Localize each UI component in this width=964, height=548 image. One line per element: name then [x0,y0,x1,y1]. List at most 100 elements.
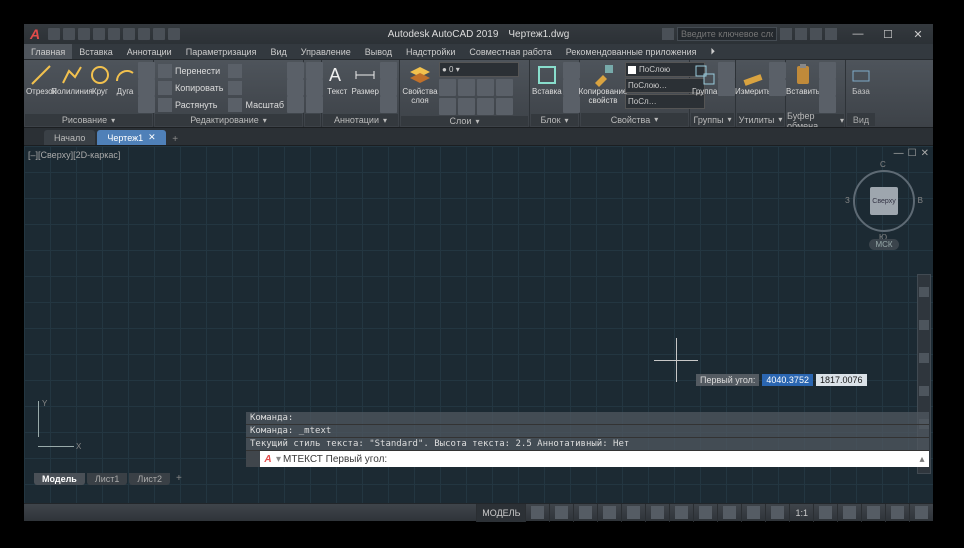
group-button[interactable]: Группа [692,62,717,97]
close-button[interactable]: ✕ [903,24,933,44]
viewcube[interactable]: С Ю З В Сверху МСК [853,170,915,232]
signin-icon[interactable] [780,28,792,40]
tab-collab[interactable]: Совместная работа [462,44,558,59]
status-snap-icon[interactable] [549,504,573,522]
status-osnap-icon[interactable] [645,504,669,522]
hist-icon[interactable] [306,96,323,113]
scale-button[interactable]: Масштаб [226,96,286,113]
leader-icon[interactable] [380,62,397,79]
layout-tab-add[interactable]: + [172,473,186,485]
tab-manage[interactable]: Управление [294,44,358,59]
layer-tool-icon[interactable] [496,79,513,96]
nav-pan-icon[interactable] [919,320,929,330]
cloud-icon[interactable] [810,28,822,40]
nav-zoom-icon[interactable] [919,353,929,363]
edit-block-icon[interactable] [563,79,580,96]
mirror-button[interactable] [226,79,286,96]
status-polar-icon[interactable] [597,504,621,522]
status-trans-icon[interactable] [717,504,741,522]
tab-insert[interactable]: Вставка [72,44,119,59]
nav-orbit-icon[interactable] [919,386,929,396]
qat-icon[interactable] [48,28,60,40]
status-grid-icon[interactable] [525,504,549,522]
insert-button[interactable]: Вставка [532,62,562,97]
drawing-area[interactable]: [–][Сверху][2D-каркас] — ☐ ✕ С Ю З В Све… [24,146,933,503]
drawing-tab-active[interactable]: Чертеж1 ✕ [97,130,165,145]
draw-more-icon[interactable] [138,96,155,113]
fillet-icon[interactable] [287,79,304,96]
layout-tab-model[interactable]: Модель [34,473,85,485]
layerprops-button[interactable]: Свойства слоя [402,62,438,106]
panel-title-block[interactable]: Блок [531,114,578,126]
layer-tool-icon[interactable] [477,98,494,115]
qat-icon[interactable] [78,28,90,40]
status-cycl-icon[interactable] [741,504,765,522]
move-button[interactable]: Перенести [156,62,225,79]
trim-icon[interactable] [287,62,304,79]
tab-addins[interactable]: Надстройки [399,44,462,59]
dimension-button[interactable]: Размер [352,62,380,97]
array-icon[interactable] [287,96,304,113]
tab-annot[interactable]: Аннотации [120,44,179,59]
measure-button[interactable]: Измерить [738,62,768,97]
calc-icon[interactable] [769,62,786,79]
hist-icon[interactable] [306,79,323,96]
layer-tool-icon[interactable] [477,79,494,96]
maximize-button[interactable]: ☐ [873,24,903,44]
qat-icon[interactable] [93,28,105,40]
cursor-x-value[interactable]: 4040.3752 [762,374,813,386]
status-lw-icon[interactable] [693,504,717,522]
attr-icon[interactable] [563,96,580,113]
panel-title-layers[interactable]: Слои [401,116,528,126]
panel-title-modify[interactable]: Редактирование [155,114,302,126]
status-3dosnap-icon[interactable] [669,504,693,522]
command-line[interactable]: A ▾ МТЕКСТ Первый угол: ▴ [246,451,929,467]
table-icon[interactable] [380,79,397,96]
layout-tab-sheet2[interactable]: Лист2 [129,473,170,485]
viewport-min-icon[interactable]: — [894,148,904,159]
qat-icon[interactable] [153,28,165,40]
command-recent-icon[interactable]: ▴ [915,454,929,465]
viewport-close-icon[interactable]: ✕ [921,148,929,159]
text-button[interactable]: A Текст [324,62,351,97]
qat-icon[interactable] [138,28,150,40]
cut-icon[interactable] [819,62,836,79]
layer-tool-icon[interactable] [458,79,475,96]
rotate-button[interactable] [226,62,286,79]
search-input[interactable] [677,27,777,41]
polyline-button[interactable]: Полилиния [57,62,87,97]
tab-output[interactable]: Вывод [358,44,399,59]
base-button[interactable]: База [848,62,874,97]
create-block-icon[interactable] [563,62,580,79]
layout-tab-sheet1[interactable]: Лист1 [87,473,128,485]
exchange-icon[interactable] [795,28,807,40]
revcloud-icon[interactable] [380,96,397,113]
qat-icon[interactable] [123,28,135,40]
viewcube-face[interactable]: Сверху [870,187,898,215]
help-icon[interactable] [825,28,837,40]
select-icon[interactable] [769,79,786,96]
status-iso-icon[interactable] [621,504,645,522]
tab-feat[interactable]: Рекомендованные приложения [559,44,704,59]
draw-more-icon[interactable] [138,62,155,79]
status-gear-icon[interactable] [813,504,837,522]
paste-button[interactable]: Вставить [788,62,818,97]
tab-view[interactable]: Вид [263,44,293,59]
panel-title-draw[interactable]: Рисование [25,114,152,126]
status-model[interactable]: МОДЕЛЬ [476,504,525,522]
tab-more[interactable]: ⏵ [704,44,723,59]
panel-title-utils[interactable]: Утилиты [737,113,784,126]
status-ws-icon[interactable] [837,504,861,522]
ucs-label[interactable]: МСК [869,239,898,250]
viewport-max-icon[interactable]: ☐ [908,148,917,159]
status-clean-icon[interactable] [885,504,909,522]
matchprops-button[interactable]: Копирование свойств [582,62,624,106]
tab-param[interactable]: Параметризация [179,44,264,59]
drawing-tab-add[interactable]: + [168,134,183,145]
panel-title-clip[interactable]: Буфер обмена [787,114,844,127]
cursor-y-value[interactable]: 1817.0076 [816,374,867,386]
layer-tool-icon[interactable] [496,98,513,115]
viewport-label[interactable]: [–][Сверху][2D-каркас] [28,150,120,160]
qat-icon[interactable] [63,28,75,40]
nav-tool-icon[interactable] [919,287,929,297]
